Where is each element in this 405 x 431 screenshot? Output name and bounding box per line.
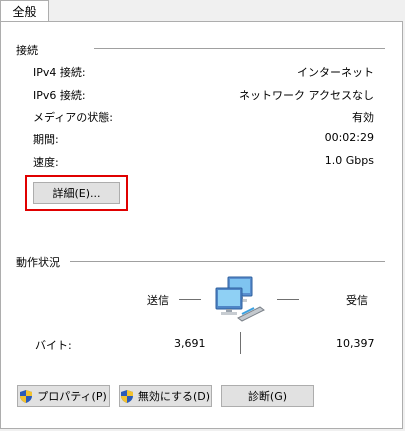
bytes-received-value: 10,397 bbox=[336, 337, 375, 350]
activity-separator bbox=[240, 332, 241, 354]
duration-row: 期間: 00:02:29 bbox=[33, 131, 374, 147]
general-panel bbox=[0, 21, 403, 429]
ipv4-row: IPv4 接続: インターネット bbox=[33, 64, 374, 80]
duration-label: 期間: bbox=[33, 133, 59, 146]
bytes-label: バイト: bbox=[35, 339, 72, 352]
tab-strip: 全般 bbox=[0, 0, 405, 22]
speed-label: 速度: bbox=[33, 156, 59, 169]
disable-label: 無効にする(D) bbox=[137, 390, 211, 403]
media-state-label: メディアの状態: bbox=[33, 111, 113, 124]
media-state-row: メディアの状態: 有効 bbox=[33, 109, 374, 125]
ipv6-value: ネットワーク アクセスなし bbox=[239, 89, 374, 102]
network-computers-icon bbox=[215, 276, 265, 322]
speed-row: 速度: 1.0 Gbps bbox=[33, 154, 374, 170]
speed-value: 1.0 Gbps bbox=[324, 154, 374, 167]
uac-shield-icon bbox=[20, 389, 33, 403]
ipv6-row: IPv6 接続: ネットワーク アクセスなし bbox=[33, 87, 374, 103]
ipv4-value: インターネット bbox=[297, 66, 374, 79]
diagnose-button[interactable]: 診断(G) bbox=[221, 385, 314, 407]
disable-button[interactable]: 無効にする(D) bbox=[119, 385, 212, 407]
sent-label: 送信 bbox=[147, 294, 169, 307]
received-label: 受信 bbox=[346, 294, 368, 307]
bytes-sent-value: 3,691 bbox=[174, 337, 206, 350]
ipv4-label: IPv4 接続: bbox=[33, 66, 86, 79]
duration-value: 00:02:29 bbox=[324, 131, 374, 144]
tab-general[interactable]: 全般 bbox=[0, 0, 49, 22]
media-state-value: 有効 bbox=[352, 111, 374, 124]
uac-shield-icon bbox=[120, 389, 133, 403]
ipv6-label: IPv6 接続: bbox=[33, 89, 86, 102]
activity-group-divider bbox=[70, 261, 385, 262]
activity-group-title: 動作状況 bbox=[16, 256, 60, 269]
properties-button[interactable]: プロパティ(P) bbox=[17, 385, 110, 407]
sent-line bbox=[179, 299, 201, 300]
properties-label: プロパティ(P) bbox=[37, 390, 107, 403]
connection-group-title: 接続 bbox=[16, 44, 38, 57]
details-button[interactable]: 詳細(E)... bbox=[33, 182, 120, 204]
connection-group-divider bbox=[94, 48, 385, 49]
received-line bbox=[277, 299, 299, 300]
